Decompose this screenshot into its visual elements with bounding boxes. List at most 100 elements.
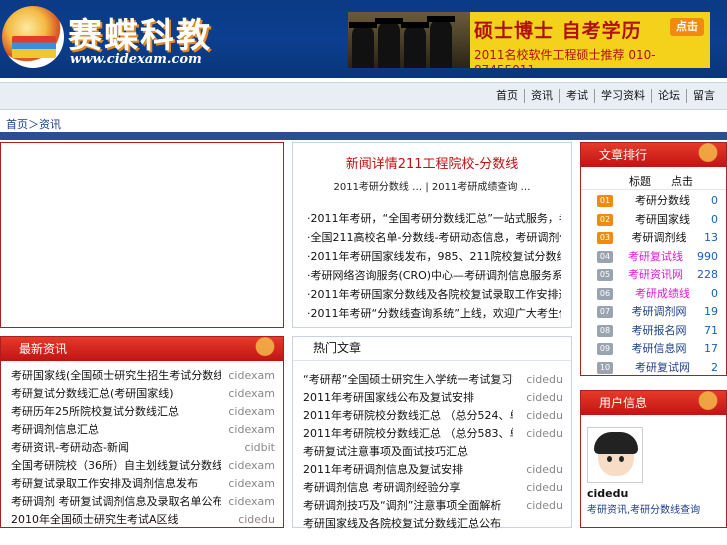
left-empty-box [0, 142, 284, 328]
logo-name: 赛蝶科教 [68, 16, 212, 56]
graduates-image [348, 12, 470, 68]
rank-title[interactable]: 考研资讯网 [628, 266, 692, 284]
ranking-col-value: 点击 [671, 175, 693, 188]
banner-subtitle: 2011名校软件工程硕士推荐 010-87455011 [474, 48, 656, 68]
list-item[interactable]: 考研调剂 考研复试调剂信息及录取名单公布 cidexam [1, 493, 283, 511]
rank-number-badge: 10 [597, 361, 613, 374]
list-item[interactable]: 2011年考研国家线公布及复试安排 cidedu [293, 389, 571, 407]
list-item[interactable]: 考研复试分数线汇总(考研国家线) cidexam [1, 385, 283, 403]
site-logo[interactable]: 赛蝶科教 www.cidexam.com [2, 6, 212, 72]
rank-number-badge: 07 [597, 306, 613, 319]
ranking-item[interactable]: 09 考研信息网 17 [581, 340, 726, 359]
list-item[interactable]: 2011年考研调剂信息及复试安排 cidedu [293, 461, 571, 479]
ad-banner[interactable]: 硕士博士 自考学历 点击 2011名校软件工程硕士推荐 010-87455011 [348, 12, 710, 68]
latest-news-list: 考研国家线(全国硕士研究生招生考试分数线) cidexam 考研复试分数线汇总(考… [1, 367, 283, 529]
featured-links: 2011考研分数线 … | 2011考研成绩查询 … [293, 178, 571, 193]
nav-guestbook[interactable]: 留言 [686, 89, 721, 103]
ranking-item[interactable]: 06 考研成绩线 0 [581, 285, 726, 304]
hot-articles-list: “考研帮”全国硕士研究生入学统一考试复习指导 cidedu 2011年考研国家线公… [293, 371, 571, 533]
list-item[interactable]: 2011年考研院校分数线汇总 （总分583、单科572）cidedu [293, 425, 571, 443]
list-item[interactable]: 考研国家线(全国硕士研究生招生考试分数线) cidexam [1, 367, 283, 385]
rank-clicks: 13 [704, 231, 718, 245]
banner-click-badge[interactable]: 点击 [670, 18, 704, 36]
ranking-item[interactable]: 04 考研复试线 990 [581, 248, 726, 267]
list-item[interactable]: 全国考研院校（36所）自主划线复试分数线汇总cidexam [1, 457, 283, 475]
rank-title[interactable]: 考研分数线 [635, 192, 699, 210]
ranking-item[interactable]: 07 考研调剂网 19 [581, 303, 726, 322]
list-item[interactable]: 考研复试录取工作安排及调剂信息发布 cidexam [1, 475, 283, 493]
rank-clicks: 19 [704, 305, 718, 319]
nav-materials[interactable]: 学习资料 [594, 89, 651, 103]
list-item[interactable]: 2010年全国硕士研究生考试A区线 cidedu [1, 511, 283, 529]
rank-clicks: 0 [711, 194, 718, 208]
ranking-list: 01 考研分数线 0 02 考研国家线 0 03 考研调剂线 13 04 考研复试线 990 05 考研资… [581, 189, 726, 377]
rank-title[interactable]: 考研复试网 [635, 359, 699, 377]
avatar[interactable] [587, 427, 643, 483]
featured-summary: ·2011年考研，“全国考研分数线汇总”一站式服务，考研分数线全面发布。 ·全国… [307, 209, 561, 323]
rank-title[interactable]: 考研复试线 [628, 248, 692, 266]
rank-clicks: 71 [704, 323, 718, 337]
list-item[interactable]: 考研复试注意事项及面试技巧汇总 [293, 443, 571, 461]
breadcrumb[interactable]: 首页＞资讯 [6, 116, 61, 132]
list-item[interactable]: 考研调剂技巧及“调剂”注意事项全面解析 cidedu [293, 497, 571, 515]
featured-paragraph: ·全国211高校名单-分数线-考研动态信息，考研调剂信息全面发布，欢迎访问。 [307, 231, 561, 244]
list-item[interactable]: 2011年考研院校分数线汇总 （总分524、单科484）cidedu [293, 407, 571, 425]
list-item[interactable]: 考研国家线及各院校复试分数线汇总公布 [293, 515, 571, 533]
rank-number-badge: 08 [597, 324, 613, 337]
rank-clicks: 0 [711, 286, 718, 300]
latest-news-panel: 最新资讯 考研国家线(全国硕士研究生招生考试分数线) cidexam 考研复试分数… [0, 336, 284, 528]
divider-bar [0, 132, 727, 140]
ranking-item[interactable]: 05 考研资讯网 228 [581, 266, 726, 285]
ranking-header: 标题 点击 [581, 167, 726, 189]
user-panel: 用户信息 cidedu 考研资讯,考研分数线查询 [580, 390, 727, 528]
rank-title[interactable]: 考研调剂网 [632, 303, 696, 321]
rank-title[interactable]: 考研报名网 [632, 322, 696, 340]
featured-paragraph: ·2011年考研国家线发布，985、211院校复试分数线陆续公布。 [307, 250, 561, 263]
rank-clicks: 2 [711, 360, 718, 374]
featured-link-sep: | [425, 182, 429, 193]
rank-clicks: 990 [697, 249, 718, 263]
latest-news-title: 最新资讯 [1, 337, 283, 361]
rank-clicks: 228 [697, 268, 718, 282]
rank-title[interactable]: 考研国家线 [635, 211, 699, 229]
ranking-panel: 文章排行 标题 点击 01 考研分数线 0 02 考研国家线 0 03 考研调剂线 13 04 考研… [580, 142, 727, 376]
ranking-item[interactable]: 10 考研复试网 2 [581, 359, 726, 378]
user-name: cidedu [587, 487, 629, 500]
featured-title[interactable]: 新闻详情211工程院校-分数线 [293, 153, 571, 172]
nav-exam[interactable]: 考试 [559, 89, 594, 103]
list-item[interactable]: 考研调剂信息汇总 cidexam [1, 421, 283, 439]
site-header: 赛蝶科教 www.cidexam.com 硕士博士 自考学历 点击 2011名校… [0, 0, 727, 78]
ranking-item[interactable]: 03 考研调剂线 13 [581, 229, 726, 248]
nav-news[interactable]: 资讯 [524, 89, 559, 103]
list-item[interactable]: 考研调剂信息 考研调剂经验分享 cidedu [293, 479, 571, 497]
rank-number-badge: 04 [597, 250, 613, 263]
logo-url: www.cidexam.com [70, 52, 202, 67]
featured-link-2[interactable]: 2011考研成绩查询 … [432, 182, 531, 193]
list-item[interactable]: “考研帮”全国硕士研究生入学统一考试复习指导 cidedu [293, 371, 571, 389]
rank-number-badge: 01 [597, 195, 613, 208]
nav-forum[interactable]: 论坛 [651, 89, 686, 103]
ranking-col-name: 标题 [629, 175, 651, 188]
rank-title[interactable]: 考研调剂线 [632, 229, 696, 247]
featured-link-1[interactable]: 2011考研分数线 … [333, 182, 422, 193]
rank-title[interactable]: 考研信息网 [632, 340, 696, 358]
user-description[interactable]: 考研资讯,考研分数线查询 [587, 501, 700, 516]
ranking-item[interactable]: 01 考研分数线 0 [581, 192, 726, 211]
user-panel-title: 用户信息 [581, 391, 726, 415]
hot-articles-panel: 热门文章 “考研帮”全国硕士研究生入学统一考试复习指导 cidedu 2011年考… [292, 336, 572, 530]
featured-paragraph: ·2011年考研国家分数线及各院校复试录取工作安排通知发布。 [307, 288, 561, 301]
featured-paragraph: ·2011年考研，“全国考研分数线汇总”一站式服务，考研分数线全面发布。 [307, 212, 561, 225]
rank-number-badge: 09 [597, 343, 613, 356]
rank-number-badge: 02 [597, 213, 613, 226]
rank-number-badge: 05 [597, 269, 613, 282]
list-item[interactable]: 考研历年25所院校复试分数线汇总 cidexam [1, 403, 283, 421]
hot-articles-title: 热门文章 [293, 337, 571, 361]
main-nav: 首页 资讯 考试 学习资料 论坛 留言 [490, 89, 721, 103]
ranking-item[interactable]: 08 考研报名网 71 [581, 322, 726, 341]
ranking-item[interactable]: 02 考研国家线 0 [581, 211, 726, 230]
rank-title[interactable]: 考研成绩线 [635, 285, 699, 303]
list-item[interactable]: 考研资讯-考研动态-新闻 cidbit [1, 439, 283, 457]
ranking-title: 文章排行 [581, 143, 726, 167]
rank-clicks: 17 [704, 342, 718, 356]
nav-home[interactable]: 首页 [490, 89, 524, 103]
